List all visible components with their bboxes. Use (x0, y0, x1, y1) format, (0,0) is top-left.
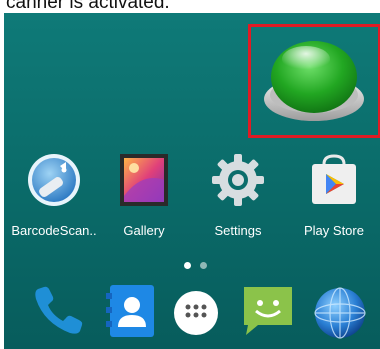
phone-icon[interactable] (28, 281, 88, 341)
app-label: Gallery (123, 223, 165, 238)
settings-icon (212, 154, 264, 206)
home-screen: BarcodeScan.. Gallery Settings Play Stor… (4, 13, 380, 349)
app-gallery[interactable]: Gallery (98, 144, 190, 244)
instruction-caption: canner is activated. (6, 0, 170, 13)
app-label: Settings (214, 223, 262, 238)
contacts-icon[interactable] (102, 281, 162, 341)
browser-icon[interactable] (310, 281, 370, 341)
app-label: BarcodeScan.. (11, 223, 97, 238)
page-indicator (184, 262, 214, 270)
gallery-icon (120, 154, 168, 206)
messaging-icon[interactable] (238, 281, 298, 341)
app-label: Play Store (304, 223, 364, 238)
app-settings[interactable]: Settings (192, 144, 284, 244)
highlight-frame (248, 24, 380, 138)
page-dot (200, 262, 207, 269)
page-dot-active (184, 262, 191, 269)
app-drawer-icon[interactable] (166, 281, 226, 341)
app-barcode-scanner[interactable]: BarcodeScan.. (8, 144, 100, 244)
barcode-scanner-icon (28, 154, 80, 206)
play-store-icon (312, 154, 356, 204)
app-play-store[interactable]: Play Store (288, 144, 380, 244)
